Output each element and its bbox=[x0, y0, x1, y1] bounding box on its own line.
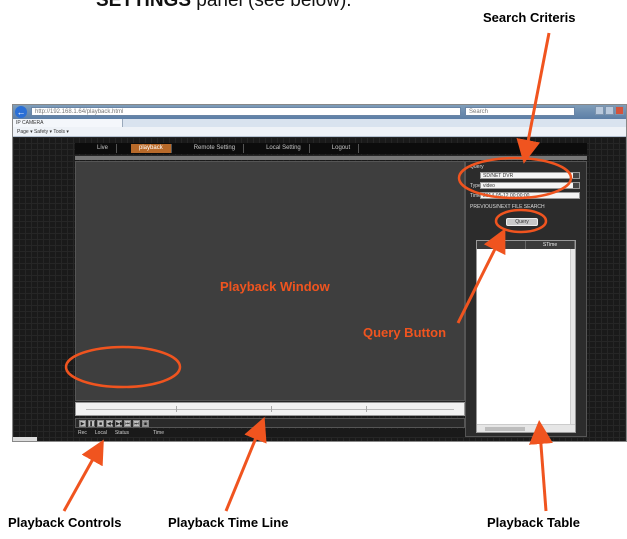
source-select[interactable]: SD/NET DVR bbox=[480, 172, 580, 179]
col-stime[interactable]: STime bbox=[526, 241, 575, 249]
window-controls bbox=[595, 106, 624, 116]
table-horizontal-scrollbar[interactable] bbox=[477, 424, 575, 432]
search-option-label: PREVIOUS/NEXT FILE SEARCH bbox=[470, 204, 545, 210]
maximize-icon[interactable] bbox=[605, 106, 614, 115]
timeline-tick bbox=[271, 406, 272, 412]
status-row: Rec Local Status Time bbox=[75, 429, 465, 437]
table-vertical-scrollbar[interactable] bbox=[570, 249, 575, 424]
control-button-3[interactable]: ◀◀ bbox=[106, 419, 115, 427]
type-select[interactable]: video bbox=[480, 182, 580, 189]
browser-tabbar: IP CAMERA bbox=[13, 119, 626, 127]
nav-item-remote-setting[interactable]: Remote Setting bbox=[186, 144, 245, 153]
playback-controls-caption: Playback Controls bbox=[8, 515, 122, 530]
status-status: Status bbox=[114, 430, 130, 436]
arrow-playback-controls bbox=[62, 439, 104, 512]
query-button[interactable]: Query bbox=[506, 218, 538, 226]
dropdown-arrow-icon bbox=[573, 173, 579, 178]
table-header: No. STime bbox=[477, 241, 575, 249]
browser-search-box[interactable]: Search bbox=[465, 107, 575, 116]
minimize-icon[interactable] bbox=[595, 106, 604, 115]
criteria-heading: Query bbox=[470, 164, 484, 170]
nav-item-live[interactable]: Live bbox=[89, 144, 118, 153]
arrow-playback-table bbox=[528, 420, 553, 512]
timeline-track bbox=[86, 409, 454, 410]
control-button-6[interactable]: ⏭ bbox=[133, 419, 140, 427]
search-criteria-caption: Search Criteris bbox=[483, 10, 576, 25]
close-icon[interactable] bbox=[615, 106, 624, 115]
control-button-2[interactable]: ■ bbox=[97, 419, 104, 427]
browser-command-bar[interactable]: Page ▾ Safety ▾ Tools ▾ bbox=[13, 127, 626, 137]
scroll-thumb[interactable] bbox=[485, 427, 525, 431]
time-input[interactable]: 2014-05-12 00:00:00 bbox=[480, 192, 580, 199]
taskbar-fragment bbox=[13, 437, 37, 441]
intro-text: SETTINGS panel (see below). bbox=[96, 0, 352, 11]
playback-window-caption: Playback Window bbox=[220, 279, 330, 294]
browser-tab[interactable]: IP CAMERA bbox=[13, 119, 123, 127]
browser-window: ← http://192.168.1.64/playback.html Sear… bbox=[12, 104, 627, 442]
address-bar[interactable]: http://192.168.1.64/playback.html bbox=[31, 107, 461, 116]
status-time: Time bbox=[153, 430, 164, 436]
control-button-1[interactable]: ❚❚ bbox=[88, 419, 97, 427]
playback-table-caption: Playback Table bbox=[487, 515, 580, 530]
playback-timeline[interactable] bbox=[75, 402, 465, 416]
status-rec: Rec bbox=[78, 430, 87, 436]
nav-divider bbox=[75, 156, 587, 160]
nav-item-local-setting[interactable]: Local Setting bbox=[258, 144, 310, 153]
control-button-0[interactable]: ▶ bbox=[79, 419, 86, 427]
control-button-4[interactable]: ▶▶ bbox=[115, 419, 124, 427]
status-local: Local bbox=[94, 430, 107, 436]
playback-time-line-caption: Playback Time Line bbox=[168, 515, 289, 530]
timeline-tick bbox=[176, 406, 177, 412]
control-button-5[interactable]: ⏮ bbox=[124, 419, 131, 427]
query-button-caption: Query Button bbox=[363, 325, 447, 340]
nav-item-playback[interactable]: playback bbox=[131, 144, 172, 153]
browser-titlebar: ← http://192.168.1.64/playback.html Sear… bbox=[13, 105, 626, 119]
search-panel: Query SD/NET DVR Type video Time 2014-05… bbox=[465, 161, 587, 437]
control-button-7[interactable]: ▣ bbox=[142, 419, 149, 427]
col-number[interactable]: No. bbox=[477, 241, 526, 249]
dropdown-arrow-icon bbox=[573, 183, 579, 188]
back-arrow-icon[interactable]: ← bbox=[15, 106, 27, 118]
playback-table[interactable]: No. STime bbox=[476, 240, 576, 433]
main-nav: Live playback Remote Setting Local Setting L… bbox=[75, 143, 587, 154]
nav-item-logout[interactable]: Logout bbox=[324, 144, 360, 153]
playback-controls: ▶ ❚❚ ■ ◀◀ ▶▶ ⏮ ⏭ ▣ bbox=[75, 418, 465, 428]
timeline-tick bbox=[366, 406, 367, 412]
